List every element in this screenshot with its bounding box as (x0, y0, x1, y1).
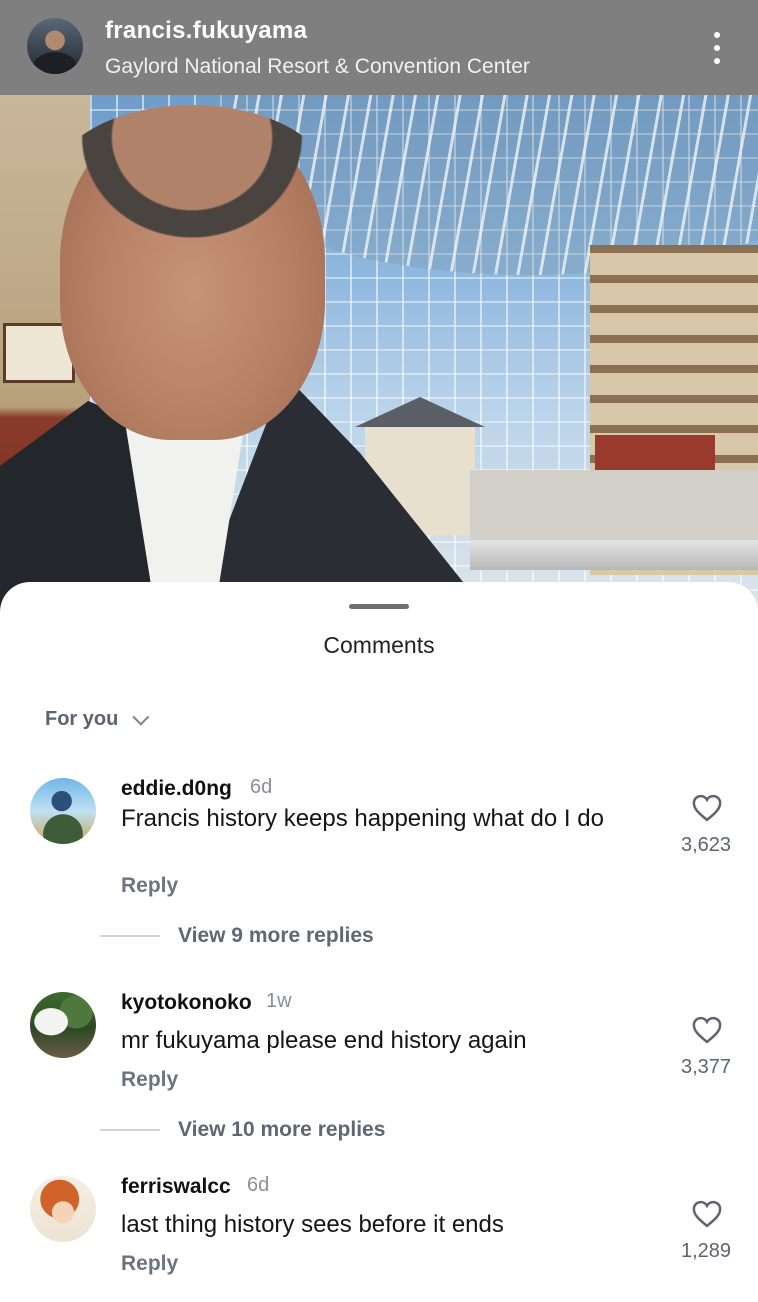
comment-text: mr fukuyama please end history again (121, 1027, 527, 1054)
reply-button[interactable]: Reply (121, 1252, 178, 1276)
like-count: 3,377 (680, 1056, 732, 1078)
commenter-username[interactable]: eddie.d0ng (121, 777, 232, 801)
like-count: 3,623 (680, 834, 732, 856)
post-photo[interactable] (0, 95, 758, 615)
post-location[interactable]: Gaylord National Resort & Convention Cen… (105, 55, 530, 79)
comment-time: 1w (266, 990, 292, 1012)
comment-text: Francis history keeps happening what do … (121, 805, 604, 832)
reply-button[interactable]: Reply (121, 1068, 178, 1092)
sheet-drag-handle[interactable] (349, 604, 409, 609)
comment-time: 6d (247, 1174, 270, 1196)
sort-filter-dropdown[interactable]: For you (45, 708, 150, 731)
heart-icon[interactable] (692, 1016, 722, 1044)
filter-label: For you (45, 708, 119, 730)
view-replies-button[interactable]: View 10 more replies (100, 1118, 385, 1142)
view-replies-button[interactable]: View 9 more replies (100, 924, 374, 948)
comment-text: last thing history sees before it ends (121, 1211, 504, 1238)
author-avatar[interactable] (27, 18, 83, 74)
reply-button[interactable]: Reply (121, 874, 178, 898)
post-header: francis.fukuyama Gaylord National Resort… (0, 0, 758, 95)
comment-item: eddie.d0ng 6d Francis history keeps happ… (0, 774, 758, 964)
author-username[interactable]: francis.fukuyama (105, 17, 307, 45)
like-count: 1,289 (680, 1240, 732, 1262)
commenter-avatar[interactable] (30, 992, 96, 1058)
comment-time: 6d (250, 776, 273, 798)
heart-icon[interactable] (692, 1200, 722, 1228)
commenter-avatar[interactable] (30, 778, 96, 844)
heart-icon[interactable] (692, 794, 722, 822)
more-options-button[interactable] (702, 28, 732, 68)
comment-item: ferriswalcc 6d last thing history sees b… (0, 1172, 758, 1282)
sheet-title: Comments (323, 632, 435, 658)
commenter-username[interactable]: ferriswalcc (121, 1175, 231, 1199)
chevron-down-icon (132, 708, 150, 726)
view-replies-label: View 9 more replies (178, 924, 374, 947)
comment-item: kyotokonoko 1w mr fukuyama please end hi… (0, 988, 758, 1158)
commenter-username[interactable]: kyotokonoko (121, 991, 252, 1015)
commenter-avatar[interactable] (30, 1176, 96, 1242)
view-replies-label: View 10 more replies (178, 1118, 386, 1141)
more-vertical-icon (714, 32, 720, 38)
comments-sheet: Comments For you eddie.d0ng 6d Francis h… (0, 582, 758, 1302)
